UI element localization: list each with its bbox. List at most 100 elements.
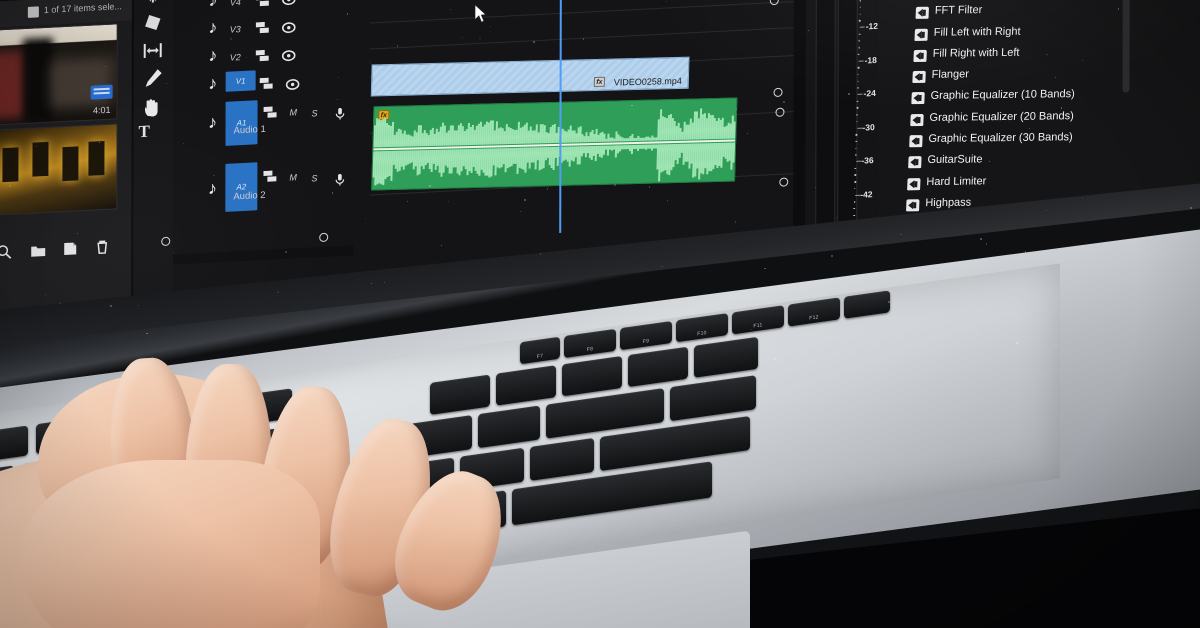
effect-list-item[interactable]: Fill Right with Left [913,46,1020,67]
function-key[interactable] [844,290,890,319]
audio-effect-icon [912,70,926,84]
effect-name: Flanger [931,68,970,81]
meter-scale-label: -42 [860,188,873,200]
meter-scale-label: -36 [861,155,874,166]
audio-effect-icon [910,113,924,126]
audio-effect-icon [907,177,921,190]
effect-name: Graphic Equalizer (10 Bands) [930,88,1076,103]
track-visibility-icon-v2[interactable] [281,48,296,62]
meter-tick [859,26,865,28]
effect-list-item[interactable]: Graphic Equalizer (10 Bands) [911,88,1075,109]
track-target-a2[interactable]: A2 [225,162,258,212]
microphone-icon-a2[interactable] [333,173,347,186]
audio-effect-icon [913,49,927,62]
microphone-icon-a1[interactable] [334,107,348,120]
razor-tool[interactable] [140,37,166,64]
hand [0,330,720,628]
mute-button-a2[interactable]: M [289,172,297,182]
mouse-cursor [474,2,490,30]
ripple-edit-tool[interactable] [140,9,166,36]
track-lock-v3[interactable]: 𝅘𝅥𝅮 [210,21,221,37]
type-tool[interactable]: T [138,122,149,143]
solo-button-a1[interactable]: S [312,108,318,118]
effect-name: Fill Right with Left [932,46,1020,60]
zoom-in-handle[interactable] [319,232,329,243]
timeline-scrollbar[interactable] [173,245,354,265]
clip-thumbnail-1[interactable]: 4:01 [0,23,118,126]
audio-clip[interactable]: fx [371,97,738,191]
effect-list-item[interactable]: FFT Filter [915,4,983,24]
function-key[interactable]: F11 [732,305,784,335]
pen-tool[interactable] [140,65,166,92]
track-target-v1[interactable]: V1 [225,70,256,92]
meter-tick [858,60,864,62]
video-clip[interactable]: fx VIDEO0258.mp4 [370,56,690,97]
track-lock-a1[interactable]: 𝅘𝅥𝅮 [210,116,221,132]
project-panel-toolbar [0,235,127,266]
delete-icon[interactable] [93,238,111,257]
new-bin-icon[interactable] [29,241,47,260]
track-label-v3: V3 [229,24,241,35]
meter-tick [854,194,860,196]
effects-scrollbar[interactable] [1122,0,1131,93]
clip-thumbnail-2[interactable] [0,123,118,216]
track-keyframe-knob[interactable] [769,0,779,6]
effect-name: Graphic Equalizer (30 Bands) [928,131,1073,145]
timeline-tracks-area[interactable]: fx VIDEO0258.mp4 fx [369,0,794,239]
track-keyframe-knob[interactable] [773,87,783,98]
track-select-forward-tool[interactable] [140,0,166,8]
audio-effect-icon [906,199,920,212]
track-lock-v2[interactable]: 𝅘𝅥𝅮 [210,49,221,65]
track-visibility-icon-v3[interactable] [281,20,296,34]
track-keyframe-knob[interactable] [779,177,789,187]
track-visibility-icon-v4[interactable] [282,0,296,6]
effect-list-item[interactable]: Flanger [912,68,969,88]
audio-effect-icon [914,28,928,41]
effect-list-item[interactable]: Hard Limiter [907,175,986,195]
meter-tick [855,160,861,162]
effect-name: Fill Left with Right [933,25,1021,39]
sync-lock-icon-a2[interactable] [263,169,277,182]
track-visibility-icon-v1[interactable] [285,77,300,90]
laptop-photo: 1 of 17 items sele... 4:01 T 𝅘𝅥𝅮 V4 𝅘𝅥𝅮 V3 𝅘𝅥𝅮… [0,0,1200,628]
track-keyframe-knob[interactable] [775,107,785,118]
solo-button-a2[interactable]: S [311,173,317,183]
effect-list-item[interactable]: Fill Left with Right [914,25,1021,45]
sync-lock-icon-v1[interactable] [259,76,274,89]
project-icon [27,6,39,18]
audio-effect-icon [911,92,925,105]
mute-button-a1[interactable]: M [290,107,298,117]
audio-effect-icon [909,135,923,148]
sync-lock-icon-a1[interactable] [263,105,278,118]
meter-scale-label: -18 [864,54,877,65]
effect-list-item[interactable]: Dynamics Processing [916,0,917,3]
track-title-a1: Audio 1 [233,123,266,137]
audio-effect-icon [908,156,922,169]
fx-badge-video: fx [593,76,606,88]
effect-list-item[interactable]: GuitarSuite [908,154,983,174]
track-label-v1: V1 [235,76,246,86]
effect-name: GuitarSuite [927,153,983,167]
track-label-v4: V4 [229,0,241,8]
track-lock-a2[interactable]: 𝅘𝅥𝅮 [209,182,220,198]
effect-list-item[interactable]: Graphic Equalizer (20 Bands) [910,110,1074,131]
effect-name: Graphic Equalizer (20 Bands) [929,109,1074,124]
track-lock-v4[interactable]: 𝅘𝅥𝅮 [210,0,221,10]
hand-tool[interactable] [140,95,166,122]
meter-tick [856,127,862,129]
waveform-right-channel [372,142,738,190]
clip-type-badge [90,84,113,100]
effect-list-item[interactable]: Graphic Equalizer (30 Bands) [909,131,1073,152]
track-lock-v1[interactable]: 𝅘𝅥𝅮 [210,77,221,93]
track-title-a2: Audio 2 [233,189,266,203]
function-key[interactable]: F12 [788,297,840,327]
track-headers: 𝅘𝅥𝅮 V4 𝅘𝅥𝅮 V3 𝅘𝅥𝅮 V2 𝅘𝅥𝅮 V1 𝅘𝅥𝅮 A1 M S Audio 1 𝅘𝅥𝅮 A… [187,0,370,240]
sync-lock-icon-v2[interactable] [255,49,270,62]
video-clip-label: VIDEO0258.mp4 [613,75,682,88]
sync-lock-icon-v4[interactable] [255,0,270,7]
sync-lock-icon-v3[interactable] [255,21,270,34]
new-item-icon[interactable] [61,239,79,258]
track-target-a1[interactable]: A1 [225,100,258,146]
search-icon[interactable] [0,243,13,262]
track-label-v2: V2 [229,52,241,63]
